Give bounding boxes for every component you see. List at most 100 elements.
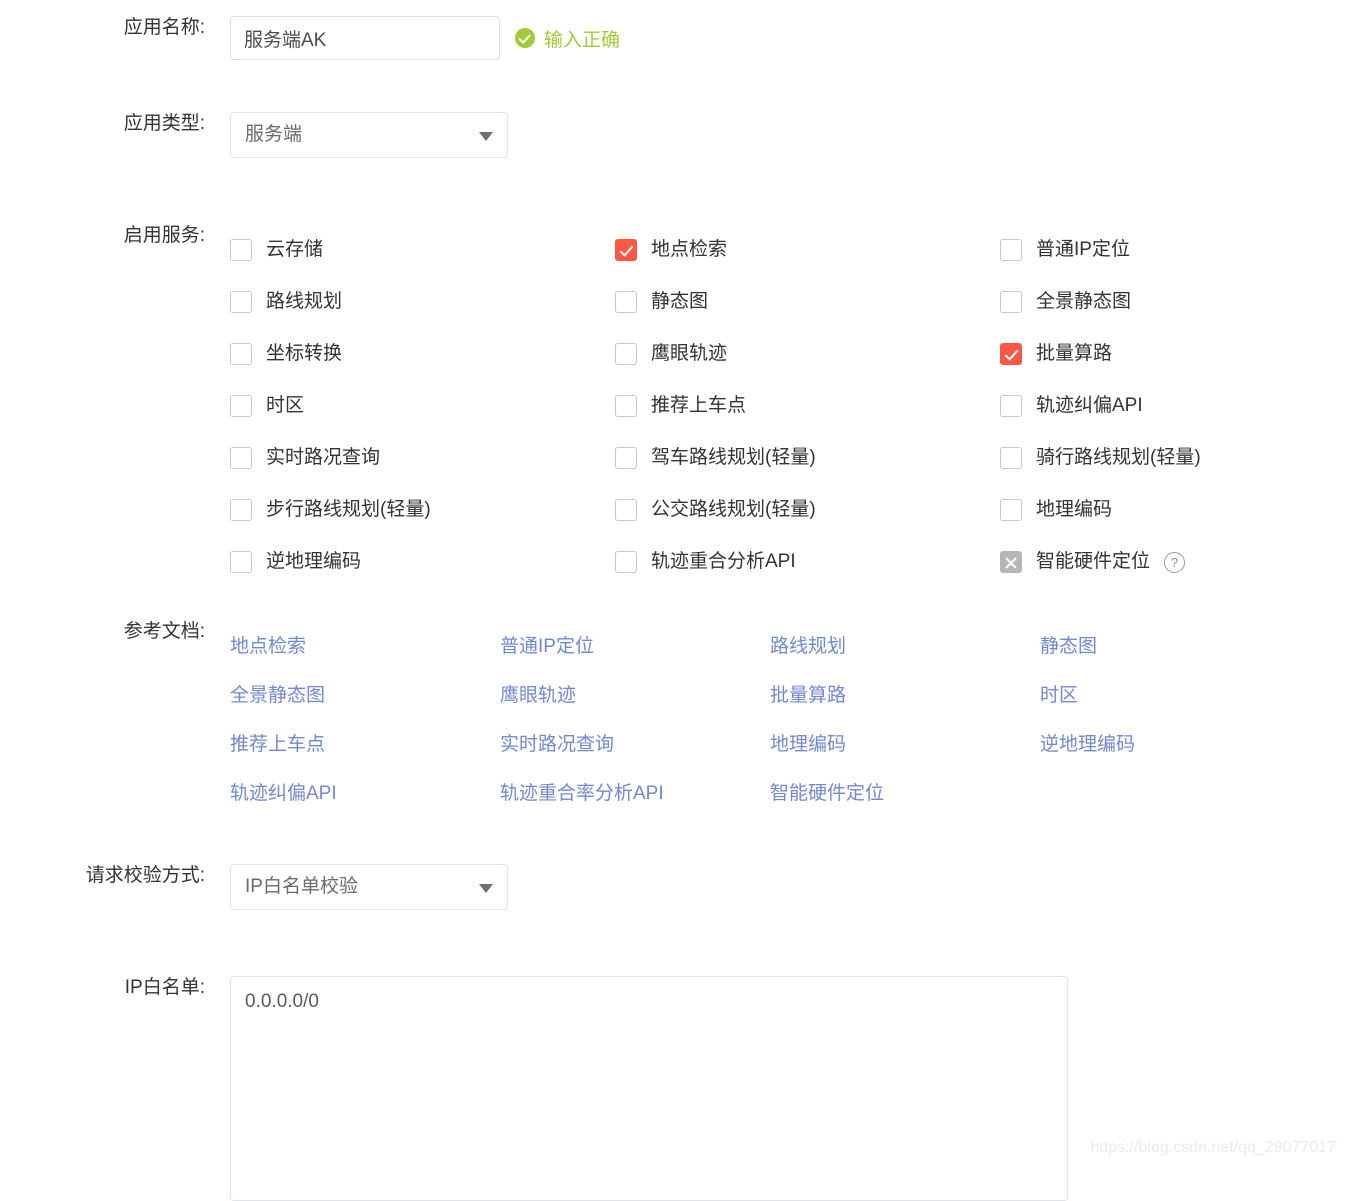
doc-link[interactable]: 路线规划: [770, 636, 846, 657]
service-option[interactable]: 静态图: [615, 290, 1000, 314]
check-circle-icon: [515, 28, 535, 48]
service-option[interactable]: 地点检索: [615, 238, 1000, 262]
checkbox-unchecked-icon[interactable]: [230, 447, 252, 469]
service-option[interactable]: 路线规划: [230, 290, 615, 314]
app-type-select[interactable]: 服务端: [230, 112, 508, 158]
docs-link-cell: 全景静态图: [230, 680, 500, 707]
checkbox-unchecked-icon[interactable]: [230, 499, 252, 521]
docs-label: 参考文档:: [123, 621, 205, 642]
app-type-label: 应用类型:: [123, 113, 205, 134]
docs-link-row: 轨迹纠偏API 轨迹重合率分析API 智能硬件定位: [230, 767, 1348, 816]
service-option-label: 鹰眼轨迹: [651, 343, 728, 364]
service-option[interactable]: 逆地理编码: [230, 550, 615, 574]
service-option[interactable]: 全景静态图: [1000, 290, 1348, 314]
docs-link-row: 全景静态图 鹰眼轨迹 批量算路 时区: [230, 669, 1348, 718]
doc-link[interactable]: 推荐上车点: [230, 734, 325, 755]
checkbox-unchecked-icon[interactable]: [230, 551, 252, 573]
service-option[interactable]: 实时路况查询: [230, 446, 615, 470]
doc-link[interactable]: 逆地理编码: [1040, 734, 1135, 755]
service-option-label: 批量算路: [1036, 343, 1113, 364]
service-row: 云存储 地点检索 普通IP定位: [230, 224, 1348, 276]
checkbox-unchecked-icon[interactable]: [615, 395, 637, 417]
service-option[interactable]: 批量算路: [1000, 342, 1348, 366]
service-option[interactable]: 步行路线规划(轻量): [230, 498, 615, 522]
service-option[interactable]: 鹰眼轨迹: [615, 342, 1000, 366]
checkbox-unchecked-icon[interactable]: [1000, 291, 1022, 313]
service-option-label: 轨迹重合分析API: [651, 551, 796, 572]
service-option[interactable]: 驾车路线规划(轻量): [615, 446, 1000, 470]
app-type-row: 应用类型: 服务端: [0, 112, 1348, 164]
doc-link[interactable]: 地理编码: [770, 734, 846, 755]
service-option-label: 时区: [266, 395, 305, 416]
app-name-input[interactable]: [230, 16, 500, 60]
doc-link[interactable]: 轨迹重合率分析API: [500, 783, 664, 804]
service-option[interactable]: 轨迹纠偏API: [1000, 394, 1348, 418]
ip-whitelist-row: IP白名单:: [0, 976, 1348, 1201]
doc-link[interactable]: 全景静态图: [230, 685, 325, 706]
checkbox-unchecked-icon[interactable]: [615, 291, 637, 313]
service-option[interactable]: 时区: [230, 394, 615, 418]
checkbox-unchecked-icon[interactable]: [230, 395, 252, 417]
docs-link-cell: 地点检索: [230, 631, 500, 658]
checkbox-unchecked-icon[interactable]: [1000, 447, 1022, 469]
services-checkbox-grid: 云存储 地点检索 普通IP定位路线规划 静态图 全景静态图坐标转换 鹰眼轨迹 批量算路时区 推…: [230, 224, 1348, 588]
service-option[interactable]: 骑行路线规划(轻量): [1000, 446, 1348, 470]
checkbox-unchecked-icon[interactable]: [1000, 499, 1022, 521]
doc-link[interactable]: 智能硬件定位: [770, 783, 884, 804]
verify-method-select[interactable]: IP白名单校验: [230, 864, 508, 910]
service-row: 逆地理编码 轨迹重合分析API 智能硬件定位?: [230, 536, 1348, 588]
docs-link-cell: 轨迹重合率分析API: [500, 778, 770, 805]
service-option[interactable]: 地理编码: [1000, 498, 1348, 522]
checkbox-unchecked-icon[interactable]: [615, 343, 637, 365]
docs-link-cell: 时区: [1040, 680, 1310, 707]
checkbox-unchecked-icon[interactable]: [615, 447, 637, 469]
docs-link-row: 地点检索 普通IP定位 路线规划 静态图: [230, 620, 1348, 669]
checkbox-unchecked-icon[interactable]: [230, 343, 252, 365]
app-type-field-wrap: 服务端: [230, 112, 1348, 164]
verify-method-select-value[interactable]: IP白名单校验: [230, 864, 508, 910]
service-option[interactable]: 轨迹重合分析API: [615, 550, 1000, 574]
checkbox-unchecked-icon[interactable]: [615, 551, 637, 573]
checkbox-unchecked-icon[interactable]: [230, 291, 252, 313]
doc-link[interactable]: 轨迹纠偏API: [230, 783, 337, 804]
doc-link[interactable]: 实时路况查询: [500, 734, 614, 755]
service-option[interactable]: 普通IP定位: [1000, 238, 1348, 262]
verify-method-field-wrap: IP白名单校验: [230, 864, 1348, 916]
doc-link[interactable]: 普通IP定位: [500, 636, 594, 657]
service-row: 路线规划 静态图 全景静态图: [230, 276, 1348, 328]
docs-link-cell: 轨迹纠偏API: [230, 778, 500, 805]
docs-link-cell: 鹰眼轨迹: [500, 680, 770, 707]
service-option[interactable]: 云存储: [230, 238, 615, 262]
service-option-label: 推荐上车点: [651, 395, 747, 416]
checkbox-checked-icon[interactable]: [1000, 343, 1022, 365]
doc-link[interactable]: 鹰眼轨迹: [500, 685, 576, 706]
service-option-label: 驾车路线规划(轻量): [651, 447, 816, 468]
help-icon[interactable]: ?: [1164, 551, 1186, 573]
doc-link[interactable]: 时区: [1040, 685, 1078, 706]
service-option-label: 实时路况查询: [266, 447, 381, 468]
app-config-form: 应用名称: 输入正确 应用类型: 服务端 启用服务: 云存储地点检索普通IP定位…: [0, 0, 1348, 1201]
app-type-select-value[interactable]: 服务端: [230, 112, 508, 158]
checkbox-checked-icon[interactable]: [615, 239, 637, 261]
service-option-label: 普通IP定位: [1036, 239, 1130, 260]
app-name-field-wrap: 输入正确: [230, 16, 1348, 60]
doc-link[interactable]: 批量算路: [770, 685, 846, 706]
doc-link[interactable]: 地点检索: [230, 636, 306, 657]
service-row: 步行路线规划(轻量) 公交路线规划(轻量) 地理编码: [230, 484, 1348, 536]
checkbox-disabled-icon: [1000, 551, 1022, 573]
service-row: 坐标转换 鹰眼轨迹 批量算路: [230, 328, 1348, 380]
service-option[interactable]: 公交路线规划(轻量): [615, 498, 1000, 522]
app-name-validation: 输入正确: [515, 16, 620, 60]
checkbox-unchecked-icon[interactable]: [1000, 395, 1022, 417]
service-option-label: 轨迹纠偏API: [1036, 395, 1143, 416]
checkbox-unchecked-icon[interactable]: [230, 239, 252, 261]
checkbox-unchecked-icon[interactable]: [615, 499, 637, 521]
ip-whitelist-label: IP白名单:: [124, 977, 205, 998]
doc-link[interactable]: 静态图: [1040, 636, 1097, 657]
docs-link-cell: 静态图: [1040, 631, 1310, 658]
service-option[interactable]: 坐标转换: [230, 342, 615, 366]
service-option[interactable]: 推荐上车点: [615, 394, 1000, 418]
checkbox-unchecked-icon[interactable]: [1000, 239, 1022, 261]
service-option[interactable]: 智能硬件定位?: [1000, 550, 1348, 574]
ip-whitelist-textarea[interactable]: [230, 976, 1068, 1201]
